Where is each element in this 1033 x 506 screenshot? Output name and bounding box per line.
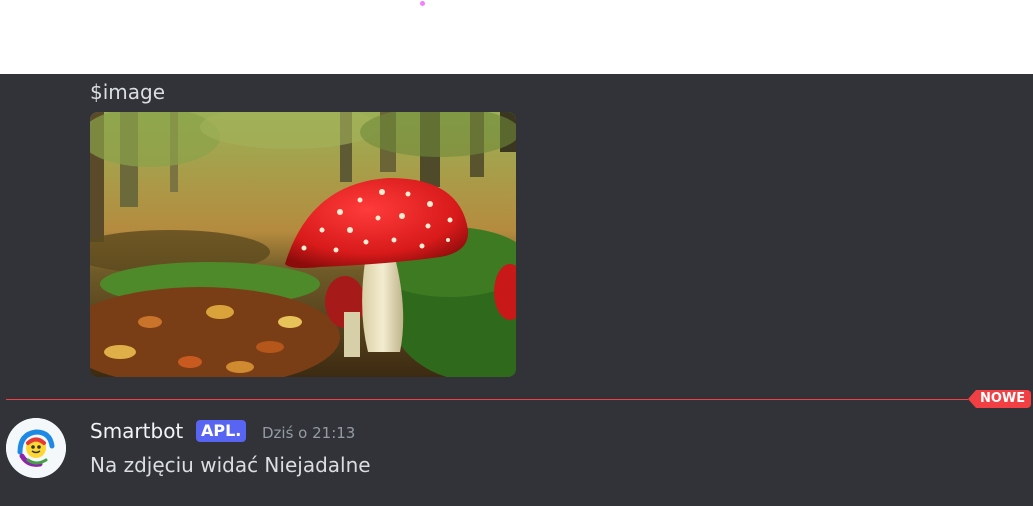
app-badge: APL. bbox=[196, 420, 247, 442]
message-content: Na zdjęciu widać Niejadalne bbox=[90, 453, 371, 477]
top-bar bbox=[0, 0, 1033, 74]
indicator-dot bbox=[420, 1, 425, 6]
previous-message-text: $image bbox=[90, 80, 166, 104]
new-messages-badge: NOWE bbox=[968, 390, 1032, 408]
image-attachment[interactable] bbox=[90, 112, 516, 377]
mushroom-photo bbox=[90, 112, 516, 377]
avatar[interactable] bbox=[6, 418, 66, 478]
smartbot-logo-icon bbox=[6, 418, 66, 478]
username[interactable]: Smartbot bbox=[90, 418, 183, 444]
chat-area: $image NOWE Smartbot APL. Dziś o 21:13 N… bbox=[0, 74, 1033, 506]
timestamp[interactable]: Dziś o 21:13 bbox=[262, 424, 355, 442]
new-messages-divider bbox=[6, 399, 968, 400]
